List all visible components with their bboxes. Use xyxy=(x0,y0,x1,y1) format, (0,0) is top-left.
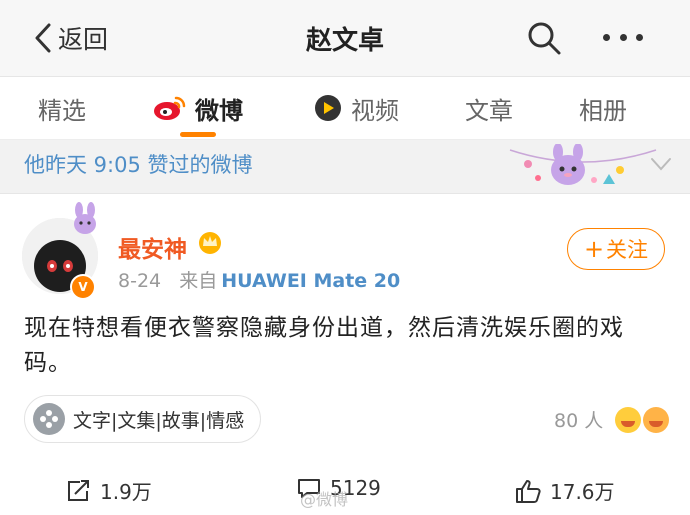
video-play-icon xyxy=(313,93,343,123)
top-nav-bar: 返回 赵文卓 xyxy=(0,0,690,77)
reactors-count: 80 人 xyxy=(554,410,604,432)
tab-articles[interactable]: 文章 xyxy=(465,77,513,139)
tab-label: 相册 xyxy=(579,96,627,125)
like-count: 17.6万 xyxy=(550,480,615,504)
post-date: 8-24 xyxy=(118,270,162,292)
follow-label: 关注 xyxy=(606,238,649,262)
bunny-sticker-icon xyxy=(74,202,96,234)
flower-icon xyxy=(33,403,65,435)
tab-album[interactable]: 相册 xyxy=(579,77,627,139)
post-card: V 最安神 8-24 来自 HUAWEI Mate 20 + 关注 现在特想看便衣… xyxy=(0,193,690,515)
topic-chip[interactable]: 文字|文集|故事|情感 xyxy=(24,395,262,443)
verified-badge-icon: V xyxy=(70,274,96,300)
profile-tabs: 精选 微博 视频 文章 相册 xyxy=(0,77,690,140)
repost-count: 1.9万 xyxy=(100,480,152,504)
liked-section-header: 他昨天 9:05 赞过的微博 xyxy=(0,140,690,193)
liked-time-label: 他昨天 9:05 赞过的微博 xyxy=(24,153,253,177)
post-source[interactable]: HUAWEI Mate 20 xyxy=(221,270,400,292)
from-label: 来自 xyxy=(179,270,218,292)
page-title: 赵文卓 xyxy=(305,26,384,56)
plus-icon: + xyxy=(583,235,605,263)
thumbs-up-icon xyxy=(516,479,541,503)
username[interactable]: 最安神 xyxy=(118,230,187,264)
post-content: 现在特想看便衣警察隐藏身份出道，然后清洗娱乐圈的戏码。 xyxy=(24,315,624,376)
post-actions: 1.9万 5129 @微博 17.6万 xyxy=(0,466,690,514)
bunny-decoration-icon xyxy=(509,144,657,185)
tab-weibo[interactable]: 微博 xyxy=(153,77,243,139)
weibo-logo-icon xyxy=(153,94,187,122)
laugh-emoji-icon xyxy=(615,406,642,433)
haha-emoji-icon xyxy=(643,406,670,433)
share-icon xyxy=(68,479,89,501)
repost-button[interactable]: 1.9万 xyxy=(66,476,152,505)
follow-button[interactable]: + 关注 xyxy=(567,228,665,270)
tab-label: 微博 xyxy=(195,96,243,125)
tab-featured[interactable]: 精选 xyxy=(38,77,86,139)
post-meta: 8-24 来自 HUAWEI Mate 20 xyxy=(118,266,400,293)
topic-label: 文字|文集|故事|情感 xyxy=(73,409,245,432)
chevron-down-icon[interactable] xyxy=(650,156,672,172)
crown-icon xyxy=(199,232,221,254)
tab-label: 精选 xyxy=(38,96,86,125)
like-button[interactable]: 17.6万 xyxy=(514,476,615,505)
tab-video[interactable]: 视频 xyxy=(313,77,399,139)
tab-label: 视频 xyxy=(351,96,399,125)
tab-label: 文章 xyxy=(465,96,513,125)
reactors[interactable]: 80 人 xyxy=(554,406,670,433)
search-icon[interactable] xyxy=(526,20,562,56)
watermark: @微博 xyxy=(300,490,349,509)
active-tab-indicator xyxy=(180,132,216,137)
more-icon[interactable] xyxy=(603,34,643,44)
